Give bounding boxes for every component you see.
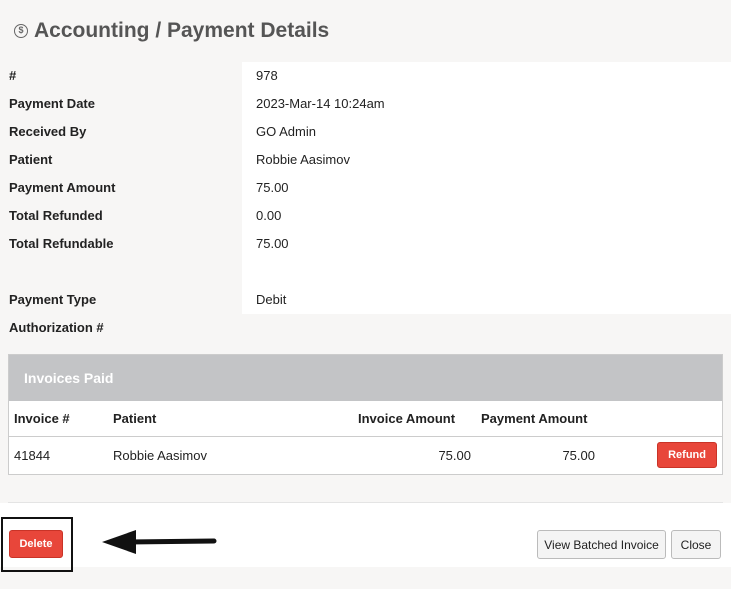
detail-value: 0.00 bbox=[242, 202, 731, 230]
detail-row-received-by: Received By GO Admin bbox=[0, 118, 731, 146]
invoices-table: Invoice # Patient Invoice Amount Payment… bbox=[9, 401, 722, 474]
page-header: $ Accounting / Payment Details bbox=[0, 0, 731, 62]
panel-title: Invoices Paid bbox=[9, 355, 722, 401]
invoice-number-cell: 41844 bbox=[14, 447, 51, 463]
detail-value: 75.00 bbox=[242, 174, 731, 202]
detail-label bbox=[0, 258, 242, 286]
payment-amount-cell: 75.00 bbox=[562, 447, 595, 463]
table-row: 41844 Robbie Aasimov 75.00 75.00 Refund bbox=[9, 436, 722, 474]
detail-row-total-refunded: Total Refunded 0.00 bbox=[0, 202, 731, 230]
detail-row-authorization: Authorization # bbox=[0, 314, 731, 342]
detail-value: 75.00 bbox=[242, 230, 731, 258]
detail-value: Debit bbox=[242, 286, 731, 314]
detail-label: Payment Type bbox=[0, 286, 242, 314]
col-patient: Patient bbox=[108, 401, 353, 437]
detail-label: Authorization # bbox=[0, 314, 242, 342]
payment-details: #978 Payment Date 2023-Mar-14 10:24am Rec… bbox=[0, 62, 731, 342]
detail-value bbox=[242, 258, 731, 286]
detail-value: Robbie Aasimov bbox=[242, 146, 731, 174]
annotation-arrow-icon bbox=[102, 530, 217, 554]
detail-row-spacer bbox=[0, 258, 731, 286]
detail-label: Total Refunded bbox=[0, 202, 242, 230]
detail-value: GO Admin bbox=[242, 118, 731, 146]
divider bbox=[8, 502, 723, 503]
detail-label: Payment Date bbox=[0, 90, 242, 118]
detail-value: 978 bbox=[242, 62, 731, 90]
detail-value bbox=[242, 314, 731, 342]
col-invoice-number: Invoice # bbox=[9, 401, 108, 437]
col-actions bbox=[600, 401, 722, 437]
invoices-paid-panel: Invoices Paid Invoice # Patient Invoice … bbox=[8, 354, 723, 475]
col-invoice-amount: Invoice Amount bbox=[353, 401, 476, 437]
close-button[interactable]: Close bbox=[671, 530, 721, 559]
delete-button[interactable]: Delete bbox=[9, 530, 63, 558]
detail-row-payment-date: Payment Date 2023-Mar-14 10:24am bbox=[0, 90, 731, 118]
detail-label: # bbox=[0, 62, 242, 90]
patient-cell: Robbie Aasimov bbox=[113, 447, 207, 463]
detail-value: 2023-Mar-14 10:24am bbox=[242, 90, 731, 118]
refund-button[interactable]: Refund bbox=[657, 442, 717, 469]
detail-row-total-refundable: Total Refundable 75.00 bbox=[0, 230, 731, 258]
detail-label: Total Refundable bbox=[0, 230, 242, 258]
col-payment-amount: Payment Amount bbox=[476, 401, 600, 437]
page-title: Accounting / Payment Details bbox=[34, 19, 330, 42]
detail-label: Received By bbox=[0, 118, 242, 146]
detail-row-payment-type: Payment Type Debit bbox=[0, 286, 731, 314]
actions-cell: Refund bbox=[600, 436, 722, 474]
detail-label: Payment Amount bbox=[0, 174, 242, 202]
view-batched-invoice-button[interactable]: View Batched Invoice bbox=[537, 530, 666, 559]
detail-row-patient: Patient Robbie Aasimov bbox=[0, 146, 731, 174]
detail-row-payment-amount: Payment Amount 75.00 bbox=[0, 174, 731, 202]
detail-row-number: #978 bbox=[0, 62, 731, 90]
table-header-row: Invoice # Patient Invoice Amount Payment… bbox=[9, 401, 722, 437]
dollar-coin-icon: $ bbox=[14, 24, 28, 38]
detail-label: Patient bbox=[0, 146, 242, 174]
invoice-amount-cell: 75.00 bbox=[438, 447, 471, 463]
